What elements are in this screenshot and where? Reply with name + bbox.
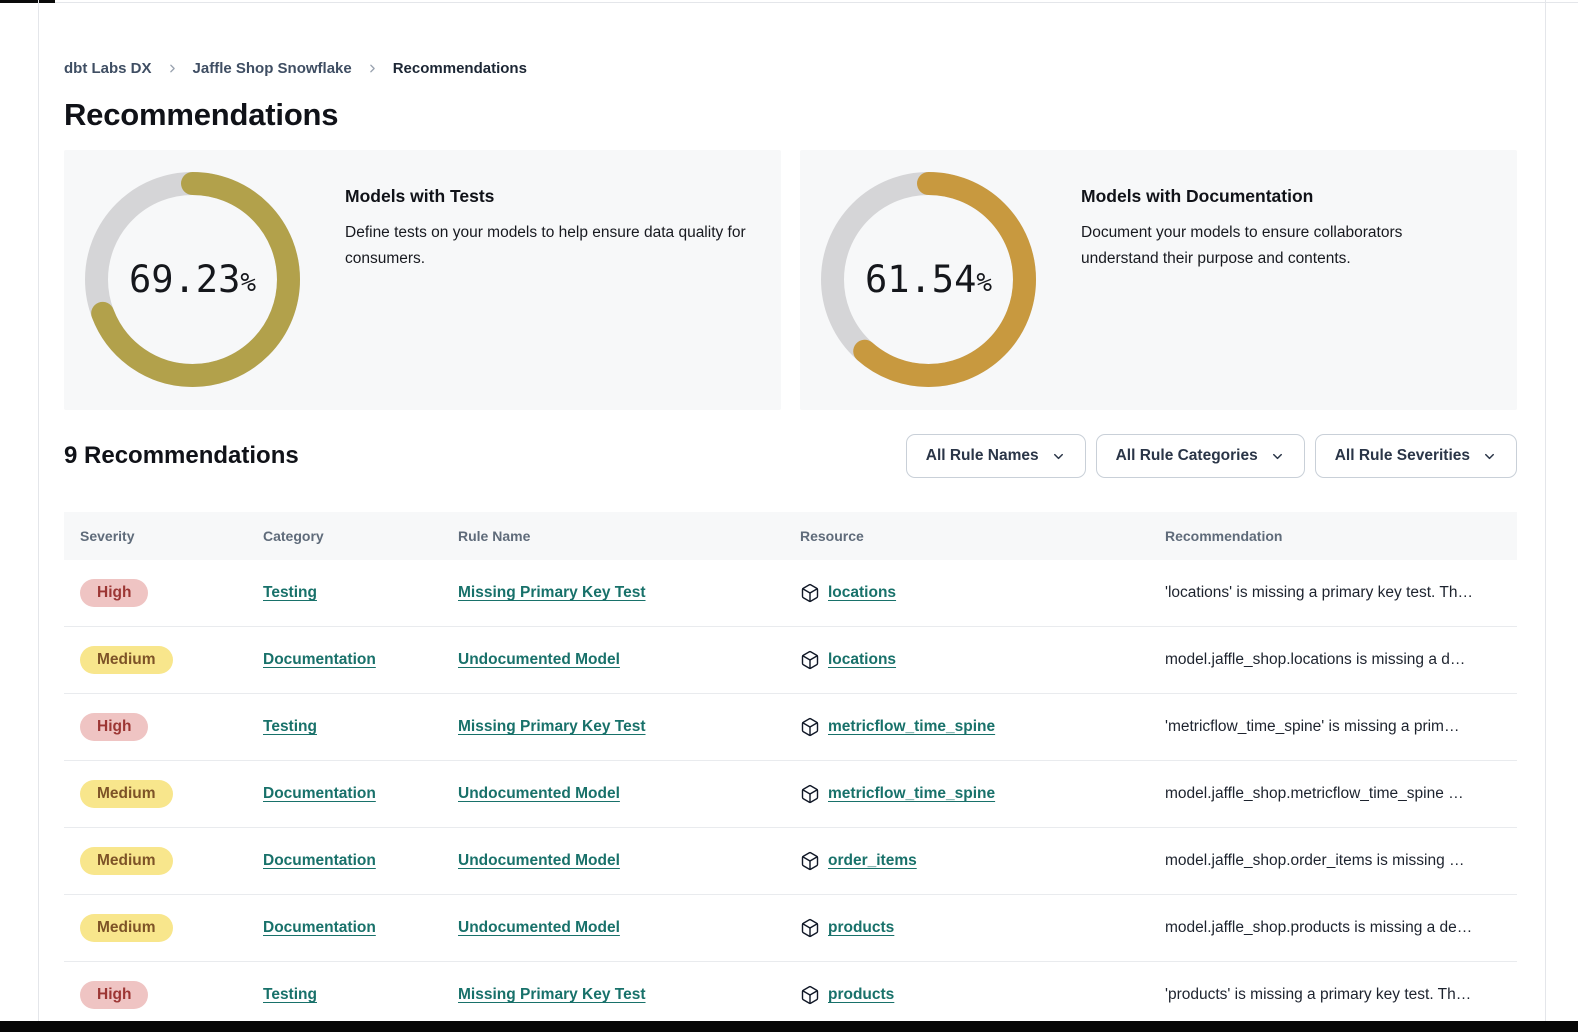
column-header-recommendation: Recommendation: [1149, 528, 1517, 544]
breadcrumb-link-recommendations[interactable]: Recommendations: [393, 60, 527, 77]
model-cube-icon: [800, 918, 820, 938]
recommendation-text: 'locations' is missing a primary key tes…: [1149, 584, 1517, 602]
recommendation-text: model.jaffle_shop.order_items is missing…: [1149, 852, 1517, 870]
resource-link[interactable]: products: [828, 986, 894, 1004]
category-link[interactable]: Testing: [263, 718, 317, 735]
donut-percentage: 61.54%: [821, 172, 1036, 387]
resource-link[interactable]: locations: [828, 584, 896, 602]
rule-name-link[interactable]: Missing Primary Key Test: [458, 986, 646, 1003]
filter-label: All Rule Categories: [1116, 447, 1258, 465]
resource-link[interactable]: metricflow_time_spine: [828, 718, 995, 736]
filter-label: All Rule Severities: [1335, 447, 1470, 465]
category-link[interactable]: Documentation: [263, 852, 376, 869]
card-description: Document your models to ensure collabora…: [1081, 220, 1453, 272]
category-link[interactable]: Documentation: [263, 919, 376, 936]
column-header-rule-name: Rule Name: [442, 528, 784, 544]
resource-link[interactable]: order_items: [828, 852, 917, 870]
filter-all-rule-names[interactable]: All Rule Names: [906, 434, 1086, 478]
model-cube-icon: [800, 583, 820, 603]
card-description: Define tests on your models to help ensu…: [345, 220, 751, 272]
severity-badge: Medium: [80, 847, 173, 875]
recommendation-text: model.jaffle_shop.metricflow_time_spine …: [1149, 785, 1517, 803]
resource-link[interactable]: products: [828, 919, 894, 937]
resource-link[interactable]: locations: [828, 651, 896, 669]
donut-percentage: 69.23%: [85, 172, 300, 387]
recommendations-page: dbt Labs DX Jaffle Shop Snowflake Recommen…: [64, 0, 1517, 1029]
recommendation-text: 'metricflow_time_spine' is missing a pri…: [1149, 718, 1517, 736]
severity-badge: High: [80, 579, 148, 607]
rule-name-link[interactable]: Undocumented Model: [458, 852, 620, 869]
recommendation-text: model.jaffle_shop.locations is missing a…: [1149, 651, 1517, 669]
rule-name-link[interactable]: Undocumented Model: [458, 651, 620, 668]
donut-chart: 61.54%: [821, 172, 1036, 387]
rule-name-link[interactable]: Missing Primary Key Test: [458, 584, 646, 601]
table-row: High Testing Missing Primary Key Test locat…: [64, 560, 1517, 627]
resource-link[interactable]: metricflow_time_spine: [828, 785, 995, 803]
category-link[interactable]: Documentation: [263, 651, 376, 668]
recommendation-text: 'products' is missing a primary key test…: [1149, 986, 1517, 1004]
table-header-row: SeverityCategoryRule NameResourceRecomme…: [64, 512, 1517, 560]
chevron-down-icon: [1051, 449, 1066, 464]
table-row: High Testing Missing Primary Key Test metri…: [64, 694, 1517, 761]
table-row: High Testing Missing Primary Key Test produ…: [64, 962, 1517, 1029]
filter-bar: All Rule Names All Rule Categories All Rul…: [906, 434, 1517, 478]
card-title: Models with Tests: [345, 186, 751, 207]
category-link[interactable]: Testing: [263, 584, 317, 601]
filter-all-rule-severities[interactable]: All Rule Severities: [1315, 434, 1517, 478]
column-header-resource: Resource: [784, 528, 1149, 544]
card-title: Models with Documentation: [1081, 186, 1453, 207]
column-header-severity: Severity: [64, 528, 247, 544]
model-cube-icon: [800, 717, 820, 737]
page-title: Recommendations: [64, 97, 1517, 133]
metric-cards: 69.23% Models with Tests Define tests on y…: [64, 150, 1517, 410]
chevron-down-icon: [1270, 449, 1285, 464]
category-link[interactable]: Testing: [263, 986, 317, 1003]
model-cube-icon: [800, 784, 820, 804]
rule-name-link[interactable]: Undocumented Model: [458, 919, 620, 936]
column-header-category: Category: [247, 528, 442, 544]
filter-label: All Rule Names: [926, 447, 1039, 465]
window-bottom-bar: [0, 1021, 1578, 1032]
severity-badge: Medium: [80, 646, 173, 674]
model-cube-icon: [800, 851, 820, 871]
window-left-border: [38, 0, 39, 1032]
breadcrumb-link-dbt-labs-dx[interactable]: dbt Labs DX: [64, 60, 152, 77]
chevron-down-icon: [1482, 449, 1497, 464]
rule-name-link[interactable]: Undocumented Model: [458, 785, 620, 802]
severity-badge: Medium: [80, 780, 173, 808]
table-body: High Testing Missing Primary Key Test locat…: [64, 560, 1517, 1029]
severity-badge: Medium: [80, 914, 173, 942]
recommendation-text: model.jaffle_shop.products is missing a …: [1149, 919, 1517, 937]
filter-all-rule-categories[interactable]: All Rule Categories: [1096, 434, 1305, 478]
table-row: Medium Documentation Undocumented Model met…: [64, 761, 1517, 828]
window-right-border: [1545, 0, 1546, 1032]
severity-badge: High: [80, 713, 148, 741]
model-cube-icon: [800, 985, 820, 1005]
donut-chart: 69.23%: [85, 172, 300, 387]
rule-name-link[interactable]: Missing Primary Key Test: [458, 718, 646, 735]
table-row: Medium Documentation Undocumented Model ord…: [64, 828, 1517, 895]
table-row: Medium Documentation Undocumented Model loc…: [64, 627, 1517, 694]
breadcrumb: dbt Labs DX Jaffle Shop Snowflake Recommen…: [64, 60, 1517, 77]
chevron-right-icon: [366, 62, 379, 75]
category-link[interactable]: Documentation: [263, 785, 376, 802]
severity-badge: High: [80, 981, 148, 1009]
breadcrumb-link-jaffle-shop-snowflake[interactable]: Jaffle Shop Snowflake: [193, 60, 352, 77]
model-cube-icon: [800, 650, 820, 670]
chevron-right-icon: [166, 62, 179, 75]
recommendations-table: SeverityCategoryRule NameResourceRecomme…: [64, 512, 1517, 1029]
recommendations-count: 9 Recommendations: [64, 442, 299, 470]
metric-card-models-with-tests: 69.23% Models with Tests Define tests on y…: [64, 150, 781, 410]
window-top-left-mark: [0, 0, 55, 3]
table-row: Medium Documentation Undocumented Model pro…: [64, 895, 1517, 962]
metric-card-models-with-documentation: 61.54% Models with Documentation Document …: [800, 150, 1517, 410]
list-header: 9 Recommendations All Rule NamesAll Rule…: [64, 433, 1517, 479]
